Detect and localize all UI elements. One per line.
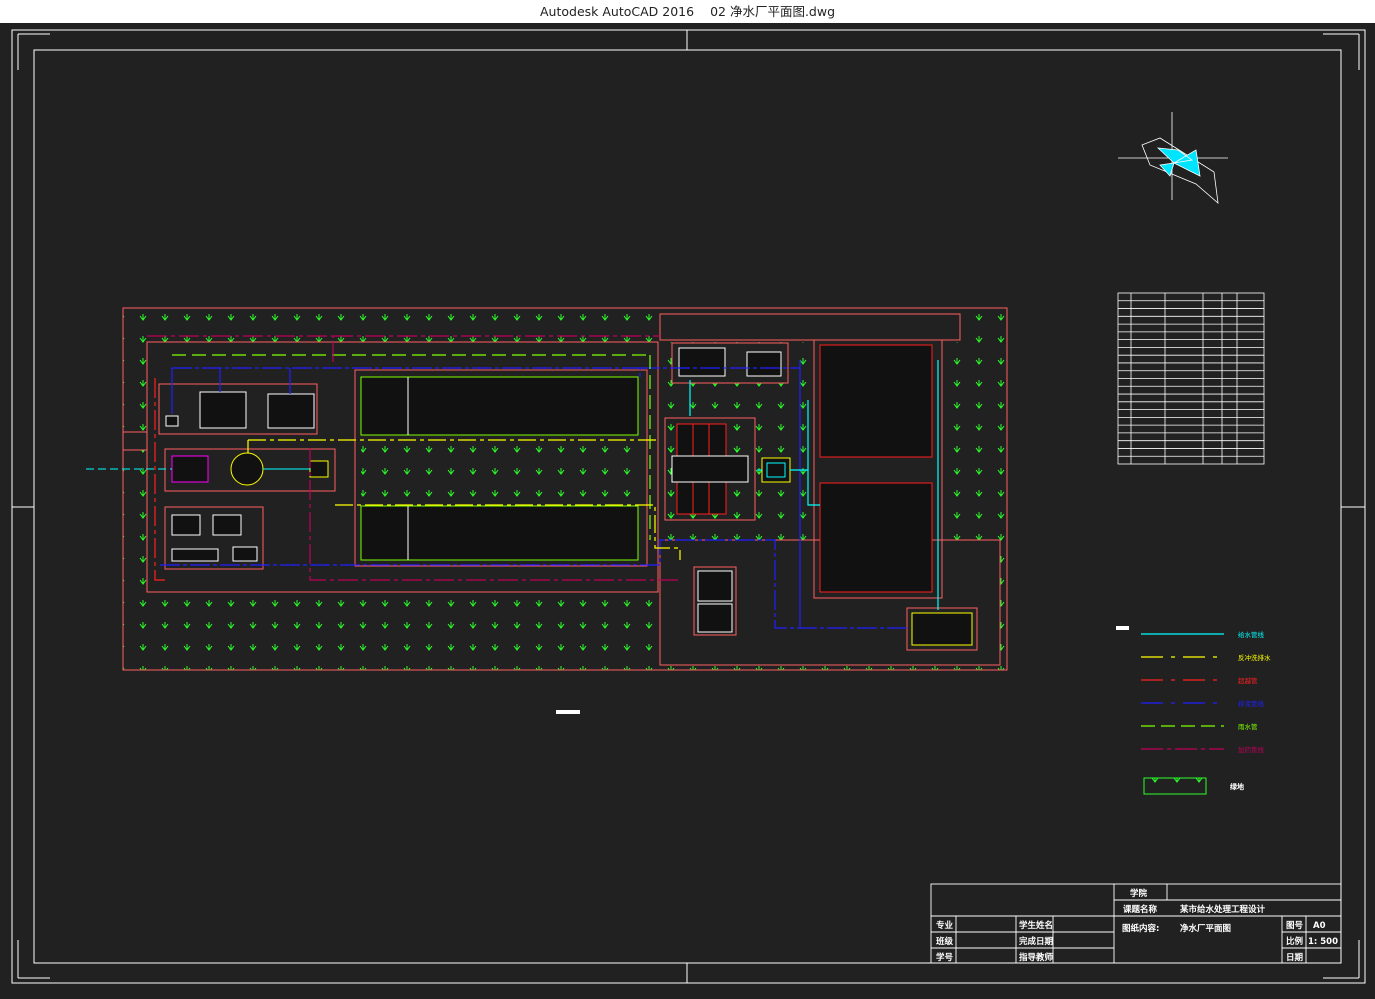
tb-scale-label: 比例 (1286, 936, 1304, 947)
legend-green-label: 绿地 (1230, 782, 1244, 791)
drawing-canvas[interactable]: 给水管线反冲洗排水超越管排泥管线雨水管加药管线 绿地 学院 课题名称 某市给水处… (0, 23, 1375, 999)
green-area-swatch (1143, 777, 1207, 795)
tb-class-label: 班级 (936, 936, 954, 947)
legend: 给水管线反冲洗排水超越管排泥管线雨水管加药管线 (1141, 630, 1271, 754)
window-titlebar: Autodesk AutoCAD 2016 02 净水厂平面图.dwg (0, 0, 1375, 23)
legend-label-1: 反冲洗排水 (1238, 653, 1271, 662)
app-name: Autodesk AutoCAD 2016 (539, 4, 695, 19)
north-arrow (1118, 112, 1228, 204)
tb-major-label: 专业 (936, 920, 954, 931)
tb-sheet-no-label: 图号 (1286, 921, 1304, 931)
tb-sheet-date-label: 日期 (1286, 952, 1304, 963)
legend-label-3: 排泥管线 (1238, 699, 1265, 708)
tb-date-label: 完成日期 (1019, 936, 1054, 947)
tb-project-label: 课题名称 (1123, 904, 1158, 915)
legend-label-4: 雨水管 (1238, 722, 1258, 731)
file-name: 02 净水厂平面图.dwg (710, 4, 836, 19)
cad-drawing: 给水管线反冲洗排水超越管排泥管线雨水管加药管线 绿地 学院 课题名称 某市给水处… (11, 29, 1366, 984)
tb-scale-value: 1: 500 (1308, 937, 1338, 947)
tb-student-no-label: 学号 (936, 952, 954, 963)
tb-student-name-label: 学生姓名 (1019, 920, 1053, 931)
tb-drawing-name-value: 净水厂平面图 (1180, 923, 1231, 934)
tb-project-value: 某市给水处理工程设计 (1180, 904, 1266, 915)
legend-label-5: 加药管线 (1238, 745, 1265, 754)
legend-label-2: 超越管 (1238, 676, 1258, 685)
equipment-table (1117, 292, 1265, 465)
legend-label-0: 给水管线 (1238, 630, 1265, 639)
tb-advisor-label: 指导教师 (1019, 952, 1054, 963)
tb-drawing-name-label: 图纸内容: (1122, 923, 1159, 934)
tb-school-label: 学院 (1130, 888, 1148, 899)
site-plan (86, 307, 1008, 671)
tb-sheet-no-value: A0 (1313, 921, 1326, 931)
